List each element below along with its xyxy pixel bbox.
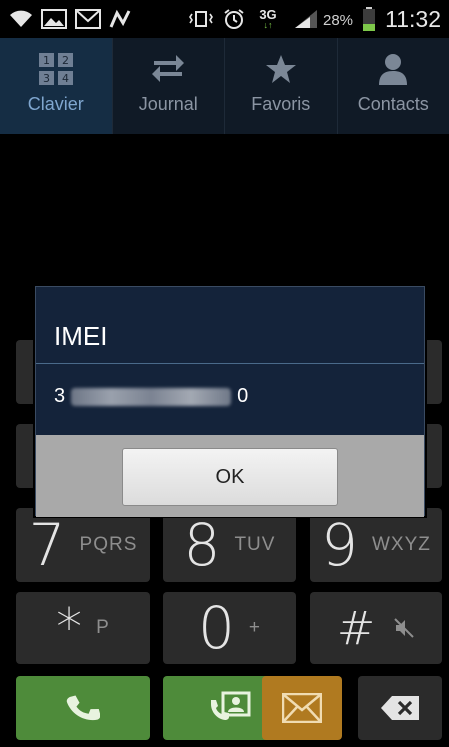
tab-clavier[interactable]: 1 2 3 4 Clavier <box>0 38 113 134</box>
transfer-arrows-icon <box>148 52 188 86</box>
missed-call-icon <box>108 8 134 30</box>
tab-label: Clavier <box>27 94 84 114</box>
tab-bar: 1 2 3 4 Clavier Journal Favoris Contacts <box>0 38 449 134</box>
backspace-icon <box>380 695 420 721</box>
dialpad-key-hash[interactable]: # <box>310 592 442 664</box>
key-digit: 9 <box>321 511 358 579</box>
backspace-button[interactable] <box>358 676 442 740</box>
mute-icon <box>393 617 415 639</box>
star-icon <box>261 52 301 86</box>
imei-prefix: 3 <box>54 385 66 407</box>
dialog-divider <box>36 363 424 364</box>
dialpad-key-7[interactable]: 7 PQRS <box>16 508 150 582</box>
key-letters: WXYZ <box>372 534 431 555</box>
wifi-icon <box>8 8 34 30</box>
dialog-title: IMEI <box>54 321 108 351</box>
key-letters: TUV <box>234 534 276 555</box>
key-letters: P <box>96 617 110 638</box>
svg-text:3: 3 <box>43 72 50 85</box>
alarm-icon <box>222 8 246 30</box>
battery-percent: 28% <box>323 12 354 29</box>
tab-contacts[interactable]: Contacts <box>338 38 449 134</box>
tab-label: Favoris <box>251 94 311 114</box>
dialpad-key-star[interactable]: * P <box>16 592 150 664</box>
imei-suffix: 0 <box>237 385 249 407</box>
clock: 11:32 <box>385 6 441 32</box>
key-letters: + <box>248 617 261 638</box>
redacted-imei <box>71 387 232 406</box>
dialpad-key-0[interactable]: 0 + <box>163 592 296 664</box>
battery-icon <box>362 6 376 32</box>
gmail-icon <box>74 8 102 30</box>
key-digit: * <box>56 598 83 658</box>
svg-text:4: 4 <box>62 72 69 85</box>
dialpad-key-8[interactable]: 8 TUV <box>163 508 296 582</box>
key-digit: 8 <box>183 511 221 579</box>
svg-text:1: 1 <box>43 54 50 67</box>
key-digit: 0 <box>197 594 235 662</box>
phone-icon <box>66 691 100 725</box>
tab-label: Contacts <box>357 94 429 114</box>
call-button[interactable] <box>16 676 150 740</box>
tab-journal[interactable]: Journal <box>113 38 225 134</box>
vibrate-icon <box>186 8 216 30</box>
status-bar: 3G ↓↑ 28% 11:32 <box>0 0 449 38</box>
key-digit: # <box>336 601 376 655</box>
tab-label: Journal <box>138 94 198 114</box>
imei-value: 3 0 <box>54 385 248 408</box>
key-digit: 7 <box>28 511 66 579</box>
key-letters: PQRS <box>79 534 138 555</box>
envelope-icon <box>282 693 322 723</box>
ok-button[interactable]: OK <box>122 448 338 506</box>
dialog-footer: OK <box>36 435 424 517</box>
video-call-icon <box>208 690 252 726</box>
message-button[interactable] <box>262 676 342 740</box>
network-3g-icon: 3G ↓↑ <box>259 7 277 30</box>
imei-dialog: IMEI 3 0 OK <box>35 286 425 517</box>
svg-text:2: 2 <box>62 54 69 67</box>
signal-strength-icon <box>292 8 320 30</box>
picture-icon <box>40 8 68 30</box>
dialpad-key-9[interactable]: 9 WXYZ <box>310 508 442 582</box>
person-icon <box>373 52 413 86</box>
tab-favoris[interactable]: Favoris <box>225 38 338 134</box>
dialpad-icon: 1 2 3 4 <box>36 52 76 86</box>
